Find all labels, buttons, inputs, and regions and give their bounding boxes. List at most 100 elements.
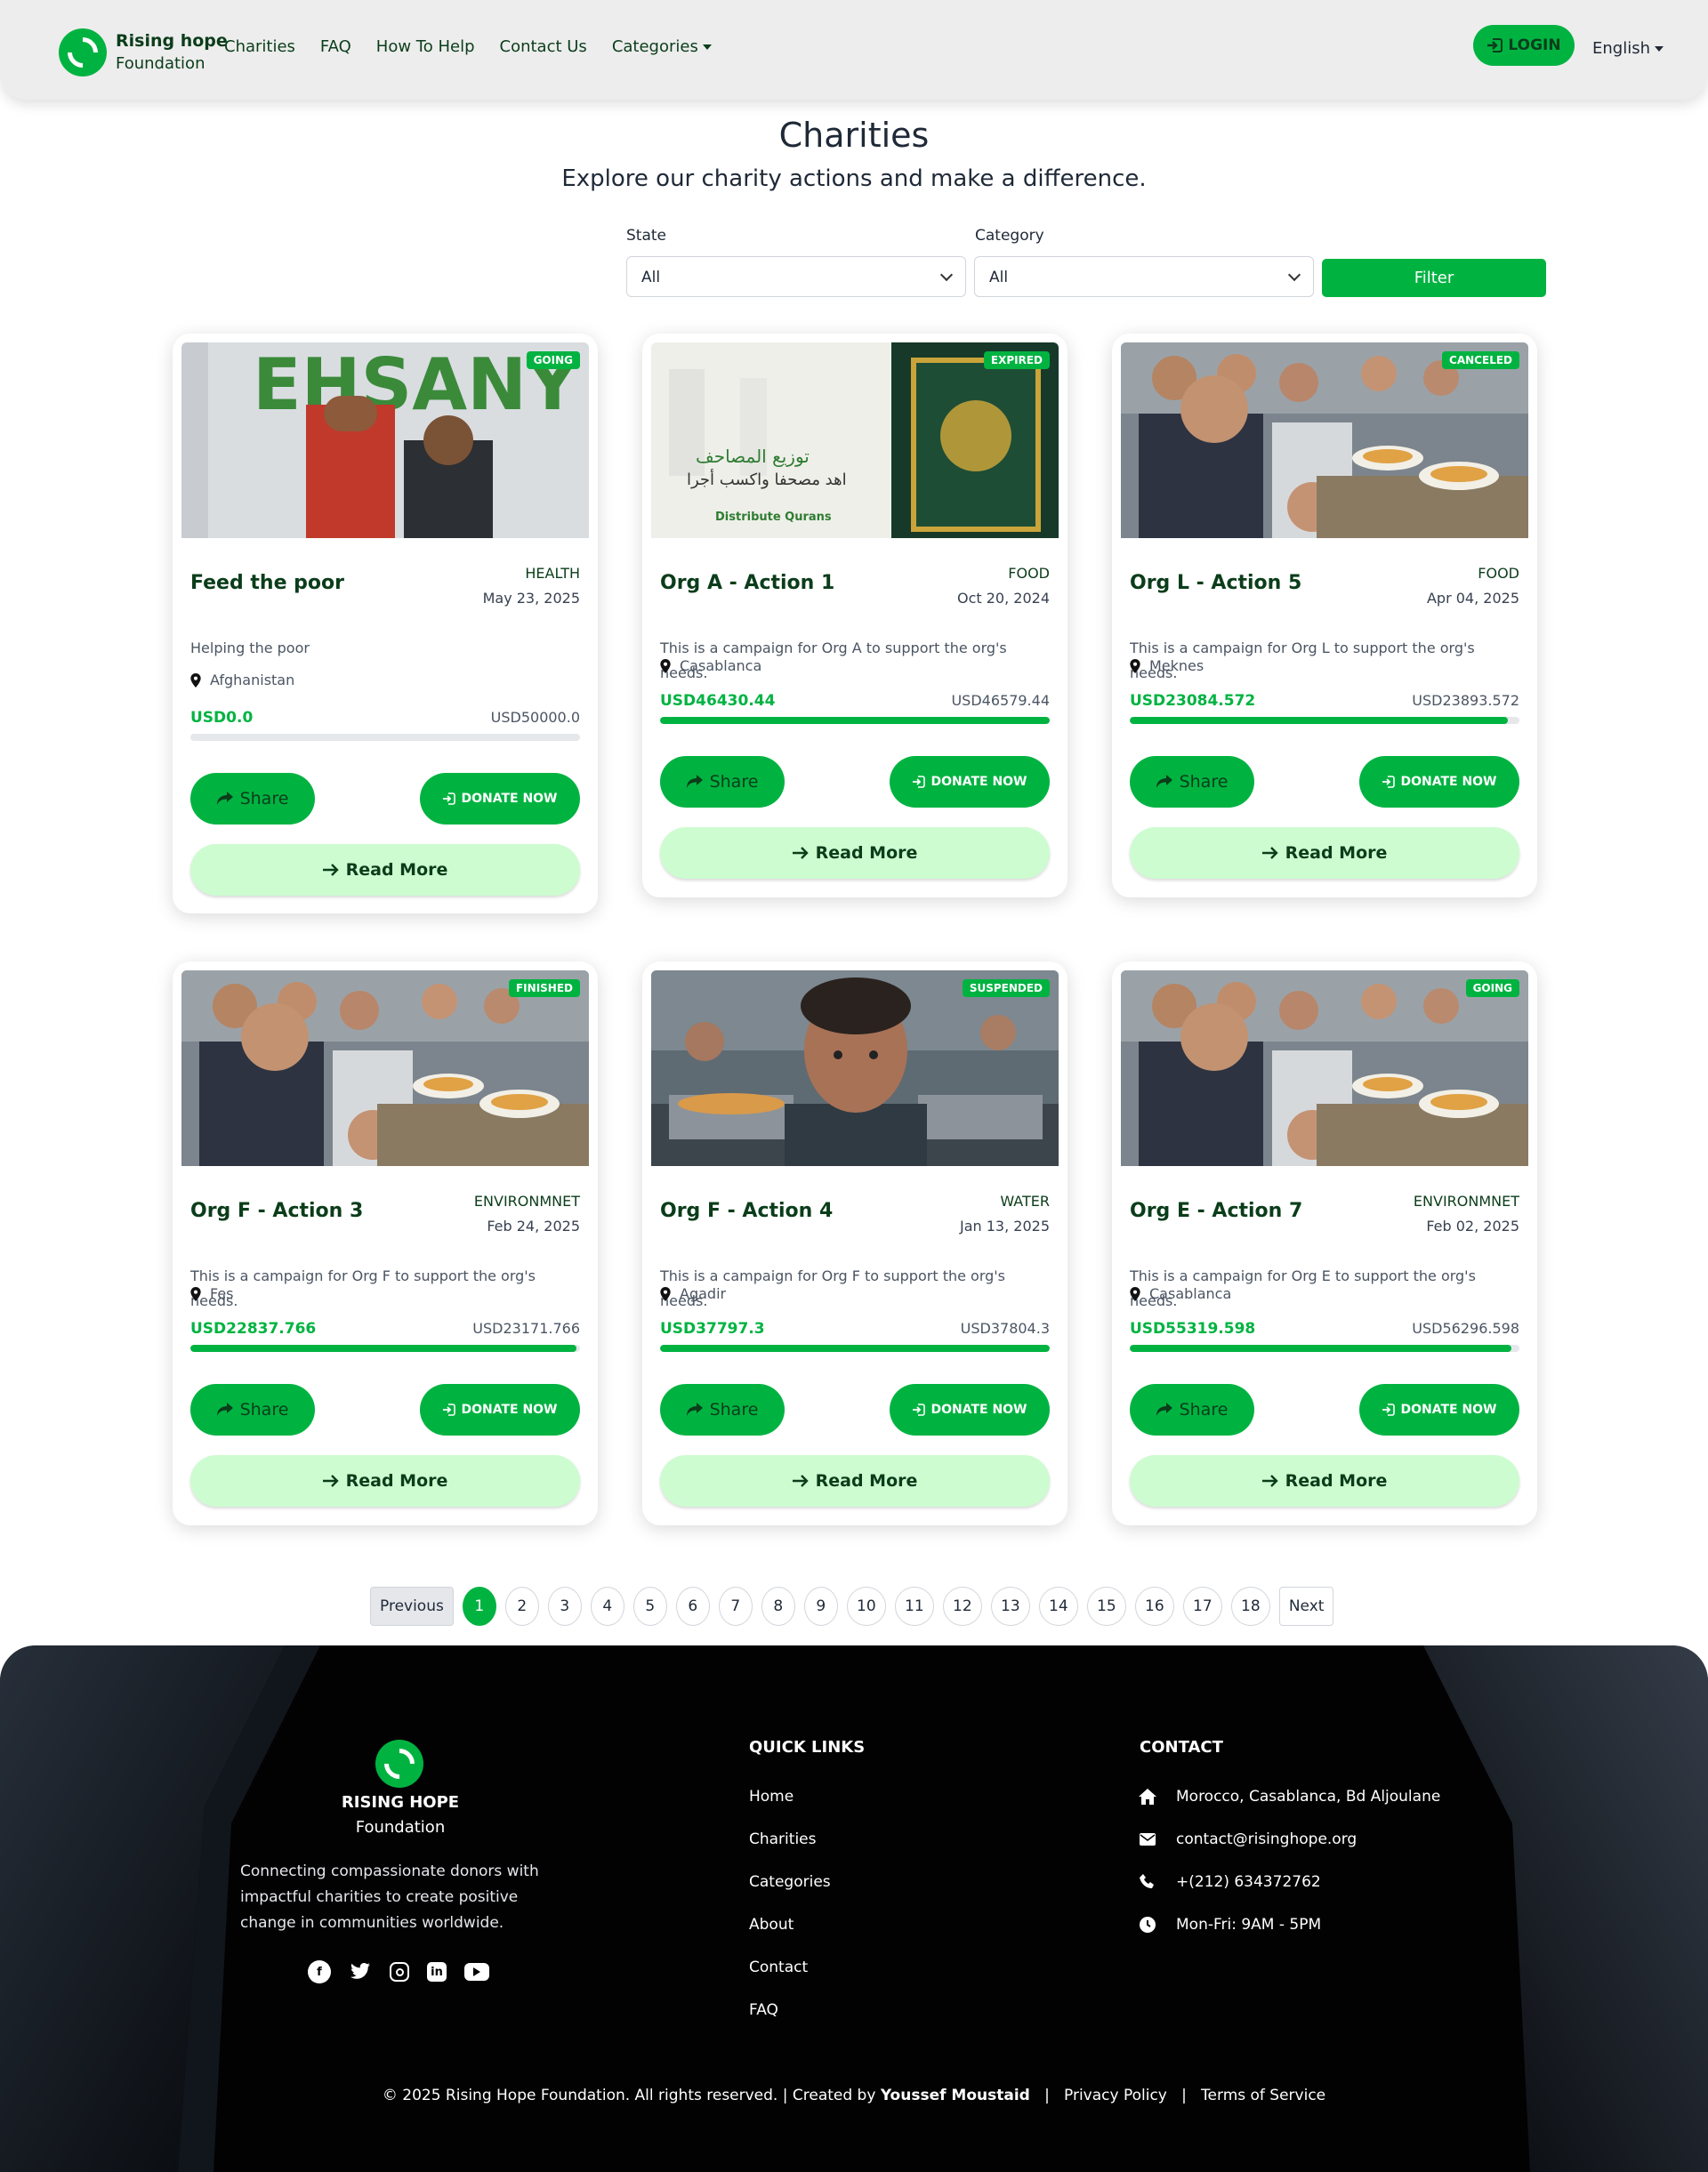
charity-image[interactable]: SUSPENDED bbox=[651, 970, 1059, 1166]
login-button[interactable]: LOGIN bbox=[1473, 25, 1575, 66]
read-more-button[interactable]: Read More bbox=[190, 844, 580, 896]
charity-location-text: Casablanca bbox=[1149, 1285, 1232, 1302]
contact-phone[interactable]: +(212) 634372762 bbox=[1139, 1873, 1321, 1891]
pagination-page[interactable]: 1 bbox=[462, 1587, 496, 1626]
pagination-page[interactable]: 12 bbox=[942, 1587, 982, 1626]
amount-raised: USD0.0 bbox=[190, 709, 254, 727]
charity-category: ENVIRONMNET bbox=[473, 1193, 580, 1210]
footer-link-about[interactable]: About bbox=[749, 1916, 794, 1934]
sign-in-icon bbox=[1382, 776, 1396, 788]
svg-text:Distribute Qurans: Distribute Qurans bbox=[715, 511, 832, 524]
pagination-page[interactable]: 16 bbox=[1134, 1587, 1174, 1626]
pagination-page[interactable]: 4 bbox=[590, 1587, 624, 1626]
charity-image[interactable]: EHSANY GOING bbox=[181, 342, 589, 538]
read-more-button[interactable]: Read More bbox=[660, 827, 1050, 879]
linkedin-icon[interactable]: in bbox=[427, 1962, 447, 1982]
pagination-page[interactable]: 15 bbox=[1086, 1587, 1126, 1626]
charity-image[interactable]: FINISHED bbox=[181, 970, 589, 1166]
footer-link-categories[interactable]: Categories bbox=[749, 1873, 831, 1891]
charity-title[interactable]: Org F - Action 3 bbox=[190, 1200, 363, 1222]
privacy-policy-link[interactable]: Privacy Policy bbox=[1064, 2087, 1167, 2104]
footer-brand-name: RISING HOPE bbox=[341, 1793, 460, 1812]
footer-link-charities[interactable]: Charities bbox=[749, 1830, 816, 1848]
charity-title[interactable]: Org L - Action 5 bbox=[1130, 572, 1301, 594]
share-button[interactable]: Share bbox=[660, 1384, 785, 1436]
category-select[interactable]: All bbox=[974, 256, 1314, 297]
pagination-page[interactable]: 10 bbox=[846, 1587, 886, 1626]
donate-now-button[interactable]: DONATE NOW bbox=[1359, 756, 1519, 808]
read-more-button[interactable]: Read More bbox=[1130, 1455, 1519, 1507]
brand[interactable]: Rising hope Foundation bbox=[59, 28, 228, 76]
donate-now-button[interactable]: DONATE NOW bbox=[890, 1384, 1050, 1436]
share-button[interactable]: Share bbox=[190, 773, 315, 825]
amount-raised: USD46430.44 bbox=[660, 692, 776, 710]
read-more-button[interactable]: Read More bbox=[1130, 827, 1519, 879]
sign-in-icon bbox=[443, 792, 456, 805]
share-icon bbox=[216, 792, 233, 805]
map-marker-icon bbox=[190, 672, 201, 688]
pagination-page[interactable]: 18 bbox=[1230, 1587, 1270, 1626]
share-button[interactable]: Share bbox=[190, 1384, 315, 1436]
nav-link-charities[interactable]: Charities bbox=[224, 37, 295, 56]
filter-button[interactable]: Filter bbox=[1322, 259, 1546, 297]
charity-image[interactable]: GOING bbox=[1121, 970, 1528, 1166]
nav-link-how-to-help[interactable]: How To Help bbox=[376, 37, 475, 56]
instagram-icon[interactable] bbox=[390, 1962, 409, 1982]
pagination-next[interactable]: Next bbox=[1278, 1587, 1334, 1626]
nav-link-contact-us[interactable]: Contact Us bbox=[500, 37, 587, 56]
amount-goal: USD46579.44 bbox=[951, 692, 1050, 709]
charity-title[interactable]: Org E - Action 7 bbox=[1130, 1200, 1302, 1222]
pagination-page[interactable]: 7 bbox=[718, 1587, 753, 1626]
pagination-page[interactable]: 13 bbox=[990, 1587, 1030, 1626]
charity-title[interactable]: Org A - Action 1 bbox=[660, 572, 834, 594]
clock-icon bbox=[1139, 1916, 1156, 1934]
donate-now-button[interactable]: DONATE NOW bbox=[890, 756, 1050, 808]
pagination-page[interactable]: 8 bbox=[761, 1587, 795, 1626]
charity-title[interactable]: Org F - Action 4 bbox=[660, 1200, 833, 1222]
pagination-page[interactable]: 14 bbox=[1038, 1587, 1078, 1626]
pagination-page[interactable]: 5 bbox=[632, 1587, 667, 1626]
charity-category: WATER bbox=[1000, 1193, 1050, 1210]
arrow-right-icon bbox=[322, 864, 339, 876]
facebook-icon[interactable]: f bbox=[308, 1960, 331, 1983]
status-badge: SUSPENDED bbox=[962, 979, 1050, 997]
donate-now-button[interactable]: DONATE NOW bbox=[420, 1384, 580, 1436]
state-select[interactable]: All bbox=[626, 256, 966, 297]
charity-date: Jan 13, 2025 bbox=[960, 1218, 1050, 1235]
charity-image[interactable]: توزيع المصاحف اهد مصحفا واكسب أجرا Distrib… bbox=[651, 342, 1059, 538]
share-button[interactable]: Share bbox=[1130, 1384, 1254, 1436]
read-more-button[interactable]: Read More bbox=[190, 1455, 580, 1507]
share-button[interactable]: Share bbox=[660, 756, 785, 808]
footer-link-contact[interactable]: Contact bbox=[749, 1959, 808, 1976]
separator: | bbox=[1181, 2087, 1187, 2104]
map-marker-icon bbox=[660, 1286, 671, 1301]
charity-title[interactable]: Feed the poor bbox=[190, 572, 344, 594]
nav-link-categories-dropdown[interactable]: Categories bbox=[612, 37, 712, 56]
pagination-previous[interactable]: Previous bbox=[370, 1587, 454, 1626]
charity-date: Feb 02, 2025 bbox=[1426, 1218, 1519, 1235]
read-more-button[interactable]: Read More bbox=[660, 1455, 1050, 1507]
charity-image[interactable]: CANCELED bbox=[1121, 342, 1528, 538]
pagination-page[interactable]: 6 bbox=[675, 1587, 710, 1626]
nav-link-faq[interactable]: FAQ bbox=[320, 37, 351, 56]
share-button[interactable]: Share bbox=[1130, 756, 1254, 808]
pagination-page[interactable]: 2 bbox=[504, 1587, 539, 1626]
pagination-page[interactable]: 11 bbox=[894, 1587, 934, 1626]
terms-of-service-link[interactable]: Terms of Service bbox=[1201, 2087, 1325, 2104]
progress-bar-fill bbox=[1130, 717, 1508, 724]
progress-bar-fill bbox=[1130, 1345, 1512, 1352]
youtube-icon[interactable] bbox=[464, 1963, 489, 1981]
pagination-page[interactable]: 9 bbox=[803, 1587, 838, 1626]
pagination-page[interactable]: 17 bbox=[1182, 1587, 1222, 1626]
donate-now-button[interactable]: DONATE NOW bbox=[420, 773, 580, 825]
charity-location-text: Agadir bbox=[680, 1285, 727, 1302]
contact-email[interactable]: contact@risinghope.org bbox=[1139, 1830, 1357, 1848]
twitter-icon[interactable] bbox=[349, 1960, 372, 1983]
footer-link-faq[interactable]: FAQ bbox=[749, 2001, 778, 2019]
pagination-page[interactable]: 3 bbox=[547, 1587, 582, 1626]
language-dropdown[interactable]: English bbox=[1592, 39, 1664, 58]
footer-link-home[interactable]: Home bbox=[749, 1788, 794, 1806]
creator-name[interactable]: Youssef Moustaid bbox=[881, 2087, 1030, 2104]
amount-goal: USD37804.3 bbox=[960, 1320, 1050, 1337]
donate-now-button[interactable]: DONATE NOW bbox=[1359, 1384, 1519, 1436]
